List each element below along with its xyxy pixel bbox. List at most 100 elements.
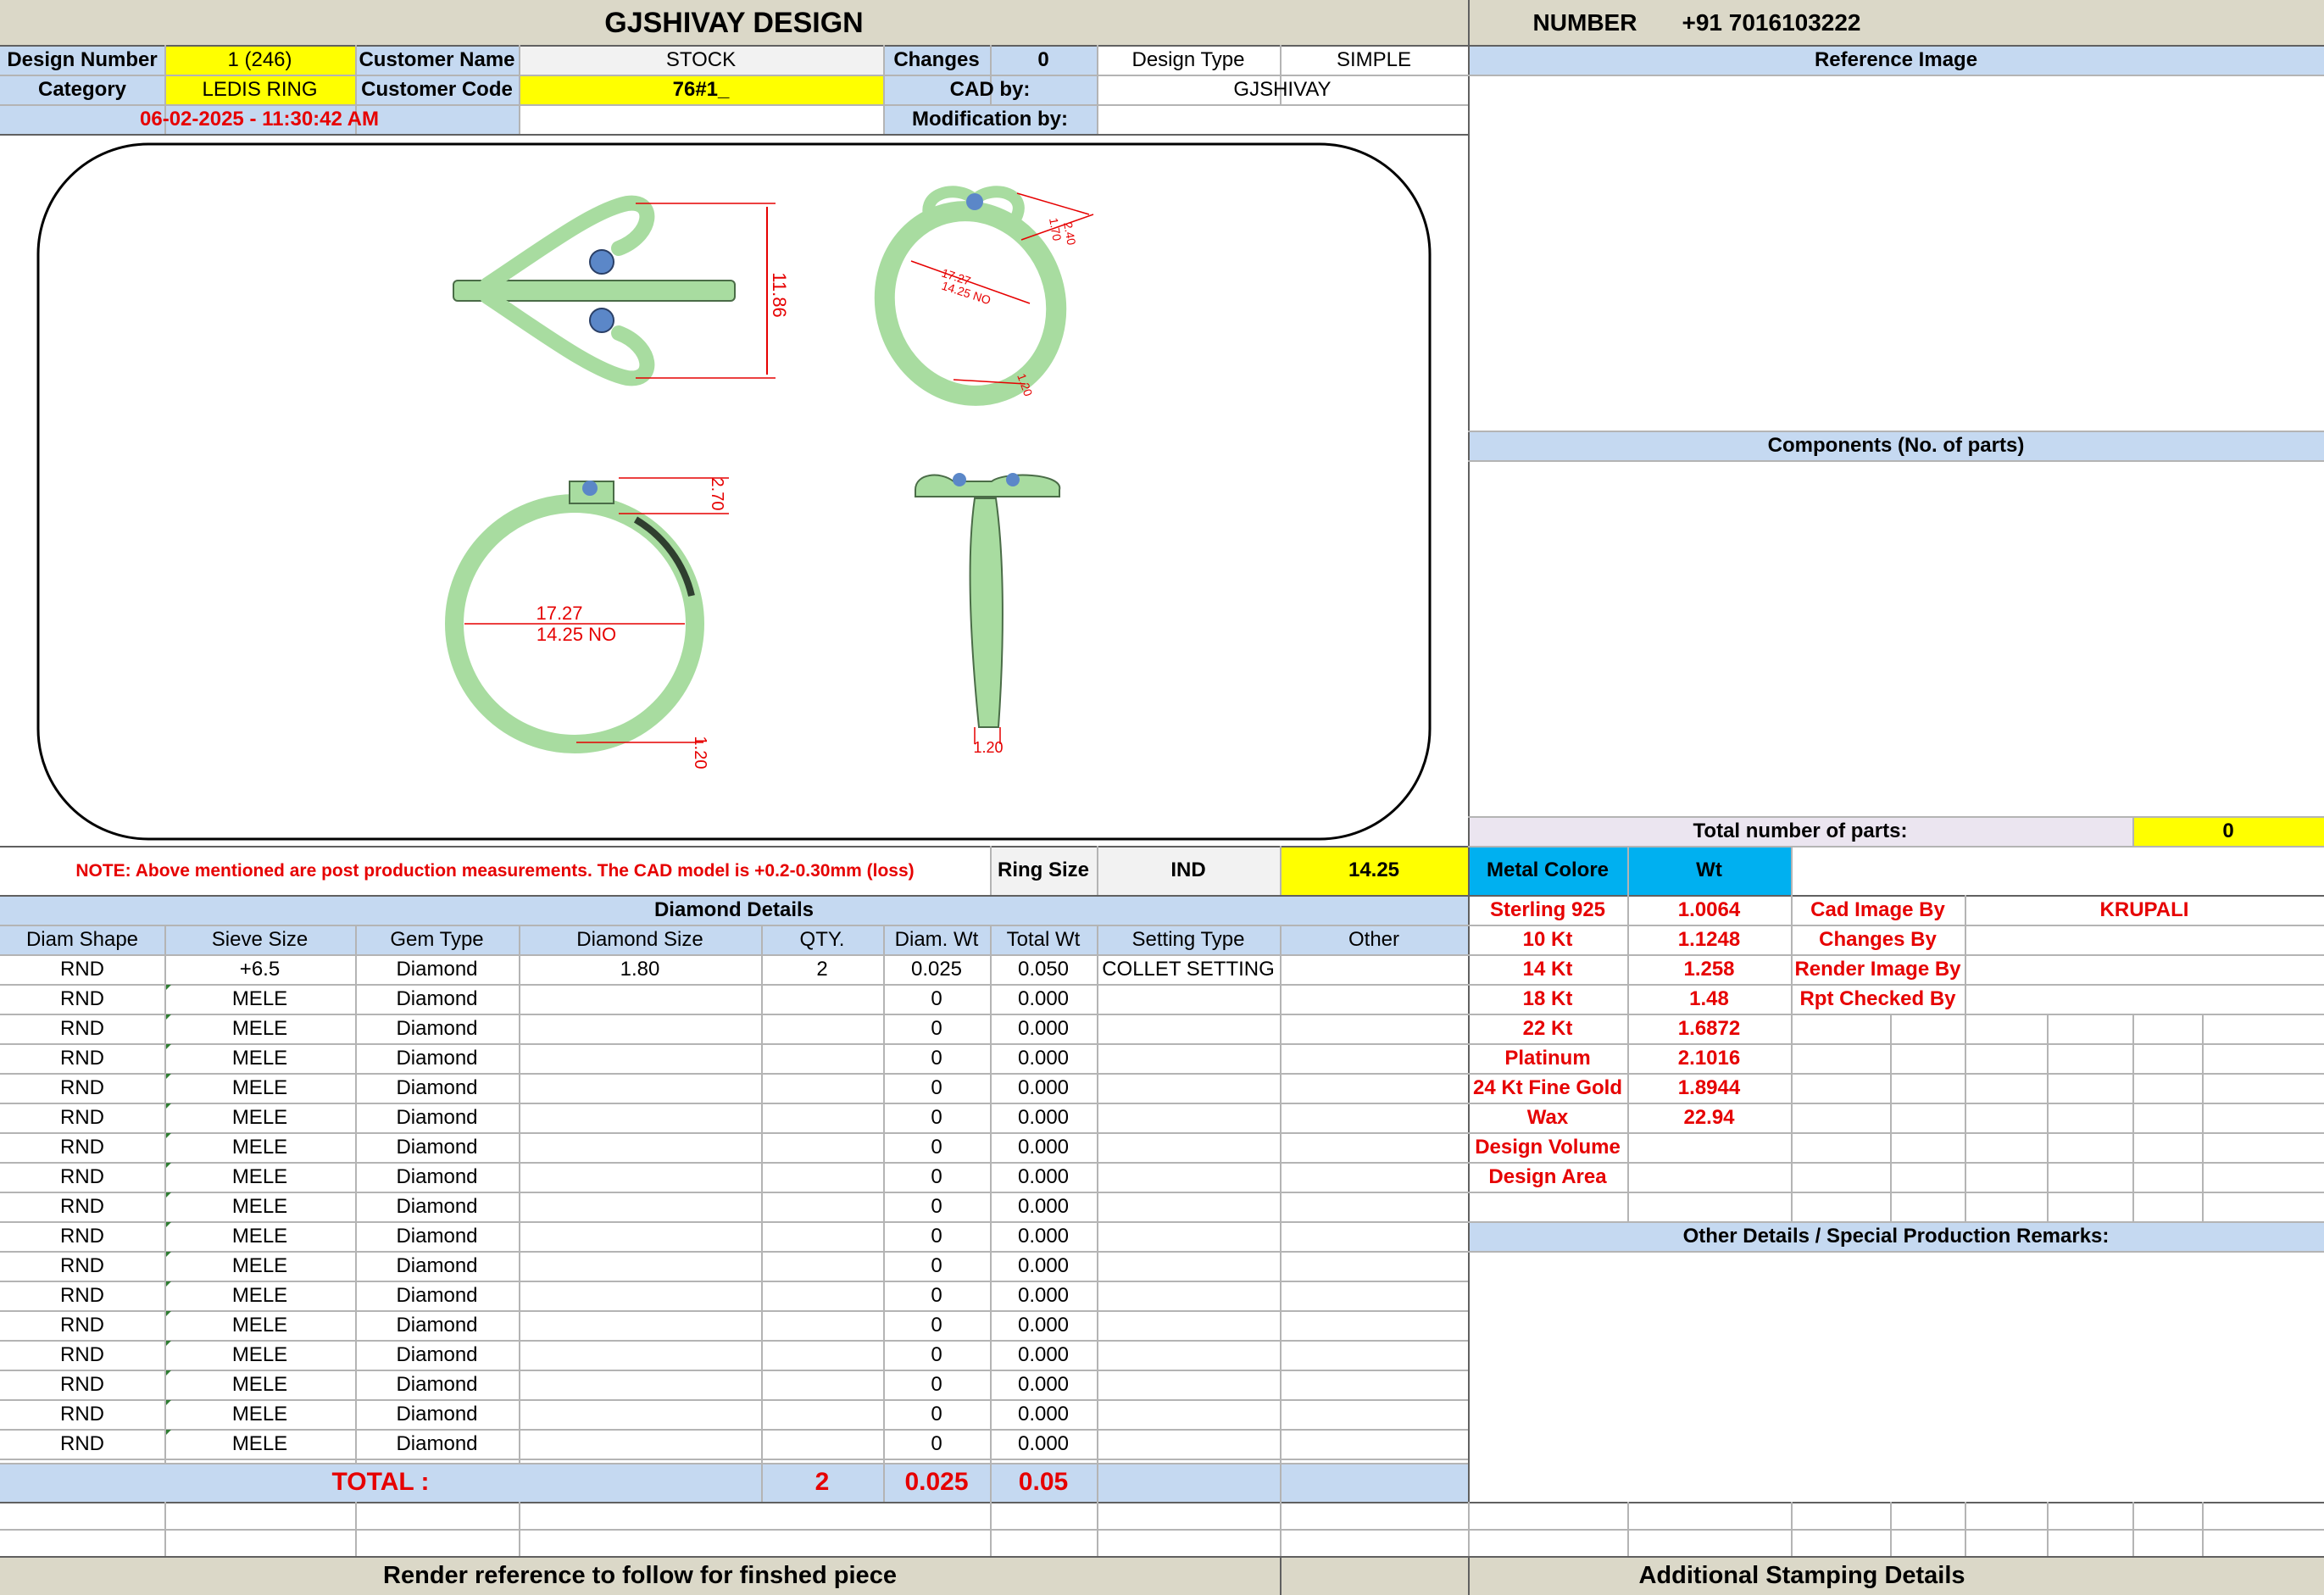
diamond-table-cell[interactable]: RND xyxy=(0,1073,164,1103)
diamond-table-cell[interactable] xyxy=(1097,1251,1280,1281)
diamond-table-cell[interactable]: MELE xyxy=(164,1251,355,1281)
diamond-table-cell[interactable] xyxy=(1280,1192,1468,1221)
components-area[interactable] xyxy=(1468,460,2324,816)
ring-size-value[interactable]: 14.25 xyxy=(1280,846,1468,895)
diamond-table-cell[interactable]: 0.000 xyxy=(990,1192,1097,1221)
diamond-table-cell[interactable]: Diamond xyxy=(355,1399,519,1429)
diamond-table-cell[interactable]: 0.000 xyxy=(990,1043,1097,1073)
diamond-table-cell[interactable]: 0.000 xyxy=(990,1429,1097,1459)
diamond-table-cell[interactable]: RND xyxy=(0,1310,164,1340)
diamond-table-cell[interactable] xyxy=(1097,1014,1280,1043)
other-details-area[interactable] xyxy=(1468,1251,2324,1502)
diamond-table-cell[interactable]: 0.000 xyxy=(990,1132,1097,1162)
diamond-table-cell[interactable]: 0.000 xyxy=(990,1221,1097,1251)
diamond-table-cell[interactable] xyxy=(761,1162,883,1192)
diamond-table-cell[interactable] xyxy=(519,1340,761,1370)
diamond-table-cell[interactable] xyxy=(1097,1073,1280,1103)
diamond-table-cell[interactable] xyxy=(1097,1429,1280,1459)
diamond-table-cell[interactable] xyxy=(519,1073,761,1103)
diamond-table-cell[interactable]: 2 xyxy=(761,954,883,984)
diamond-table-cell[interactable]: 0 xyxy=(883,1043,990,1073)
diamond-table-cell[interactable]: MELE xyxy=(164,1281,355,1310)
diamond-table-cell[interactable] xyxy=(1097,1162,1280,1192)
diamond-table-cell[interactable]: 0.000 xyxy=(990,1281,1097,1310)
diamond-table-cell[interactable] xyxy=(1280,1370,1468,1399)
changes-value[interactable]: 0 xyxy=(990,45,1097,75)
diamond-table-cell[interactable]: 0.000 xyxy=(990,1103,1097,1132)
diamond-table-cell[interactable]: Diamond xyxy=(355,1043,519,1073)
diamond-table-cell[interactable]: RND xyxy=(0,1162,164,1192)
diamond-table-cell[interactable] xyxy=(761,984,883,1014)
diamond-table-cell[interactable]: Diamond xyxy=(355,1014,519,1043)
diamond-table-cell[interactable]: 0.025 xyxy=(883,954,990,984)
diamond-table-cell[interactable]: Diamond xyxy=(355,954,519,984)
diamond-table-cell[interactable]: Diamond xyxy=(355,1162,519,1192)
customer-name-value[interactable]: STOCK xyxy=(519,45,883,75)
diamond-table-cell[interactable]: 0 xyxy=(883,1429,990,1459)
diamond-table-cell[interactable]: MELE xyxy=(164,1310,355,1340)
diamond-table-cell[interactable]: MELE xyxy=(164,1192,355,1221)
diamond-table-cell[interactable] xyxy=(761,1310,883,1340)
diamond-table-cell[interactable] xyxy=(1280,1014,1468,1043)
diamond-table-cell[interactable]: Diamond xyxy=(355,1281,519,1310)
diamond-table-cell[interactable] xyxy=(1097,1340,1280,1370)
diamond-table-cell[interactable] xyxy=(519,1281,761,1310)
diamond-table-cell[interactable]: Diamond xyxy=(355,1221,519,1251)
people-value[interactable]: KRUPALI xyxy=(1965,895,2324,925)
diamond-table-cell[interactable]: 0 xyxy=(883,1310,990,1340)
metal-weight[interactable]: 1.0064 xyxy=(1627,895,1791,925)
diamond-table-cell[interactable]: 0 xyxy=(883,1162,990,1192)
diamond-table-cell[interactable] xyxy=(1097,1103,1280,1132)
diamond-table-cell[interactable]: +6.5 xyxy=(164,954,355,984)
diamond-table-cell[interactable] xyxy=(761,1192,883,1221)
diamond-table-cell[interactable]: Diamond xyxy=(355,1370,519,1399)
diamond-table-cell[interactable] xyxy=(519,1192,761,1221)
diamond-table-cell[interactable] xyxy=(1097,1399,1280,1429)
ring-size-standard[interactable]: IND xyxy=(1097,846,1280,895)
diamond-table-cell[interactable]: MELE xyxy=(164,1221,355,1251)
diamond-table-cell[interactable]: 0.000 xyxy=(990,1310,1097,1340)
diamond-table-cell[interactable] xyxy=(519,1132,761,1162)
diamond-table-cell[interactable]: MELE xyxy=(164,1429,355,1459)
diamond-table-cell[interactable]: 0 xyxy=(883,1399,990,1429)
diamond-table-cell[interactable] xyxy=(1097,1281,1280,1310)
diamond-table-cell[interactable]: Diamond xyxy=(355,1073,519,1103)
diamond-table-cell[interactable] xyxy=(1280,1103,1468,1132)
diamond-table-cell[interactable]: 0.000 xyxy=(990,1399,1097,1429)
diamond-table-cell[interactable]: MELE xyxy=(164,1103,355,1132)
diamond-table-cell[interactable] xyxy=(519,1399,761,1429)
diamond-table-cell[interactable]: 0 xyxy=(883,1192,990,1221)
diamond-table-cell[interactable]: 1.80 xyxy=(519,954,761,984)
metal-weight[interactable]: 1.258 xyxy=(1627,954,1791,984)
metal-weight[interactable]: 1.48 xyxy=(1627,984,1791,1014)
diamond-table-cell[interactable] xyxy=(519,1043,761,1073)
diamond-table-cell[interactable]: 0 xyxy=(883,1251,990,1281)
design-type-value[interactable]: SIMPLE xyxy=(1280,45,1468,75)
diamond-table-cell[interactable]: COLLET SETTING xyxy=(1097,954,1280,984)
design-number-value[interactable]: 1 (246) xyxy=(164,45,355,75)
diamond-table-cell[interactable]: 0.000 xyxy=(990,984,1097,1014)
diamond-table-cell[interactable] xyxy=(1280,1251,1468,1281)
diamond-table-cell[interactable]: Diamond xyxy=(355,1310,519,1340)
diamond-table-cell[interactable] xyxy=(519,1370,761,1399)
diamond-table-cell[interactable] xyxy=(761,1132,883,1162)
diamond-table-cell[interactable]: Diamond xyxy=(355,1192,519,1221)
diamond-table-cell[interactable] xyxy=(1280,1221,1468,1251)
diamond-table-cell[interactable] xyxy=(1097,1370,1280,1399)
reference-image-area[interactable] xyxy=(1468,75,2324,431)
category-value[interactable]: LEDIS RING xyxy=(164,75,355,104)
diamond-table-cell[interactable]: RND xyxy=(0,1192,164,1221)
modification-value[interactable] xyxy=(1097,104,1468,134)
diamond-table-cell[interactable] xyxy=(1280,1429,1468,1459)
diamond-table-cell[interactable] xyxy=(1280,1043,1468,1073)
diamond-table-cell[interactable] xyxy=(519,1103,761,1132)
metal-weight[interactable] xyxy=(1627,1132,1791,1162)
diamond-table-cell[interactable] xyxy=(519,1429,761,1459)
diamond-table-cell[interactable]: 0 xyxy=(883,1132,990,1162)
diamond-table-cell[interactable] xyxy=(519,1014,761,1043)
diamond-table-cell[interactable]: RND xyxy=(0,1014,164,1043)
diamond-table-cell[interactable]: 0 xyxy=(883,1103,990,1132)
diamond-table-cell[interactable]: Diamond xyxy=(355,1103,519,1132)
diamond-table-cell[interactable] xyxy=(761,1014,883,1043)
diamond-table-cell[interactable]: RND xyxy=(0,1281,164,1310)
